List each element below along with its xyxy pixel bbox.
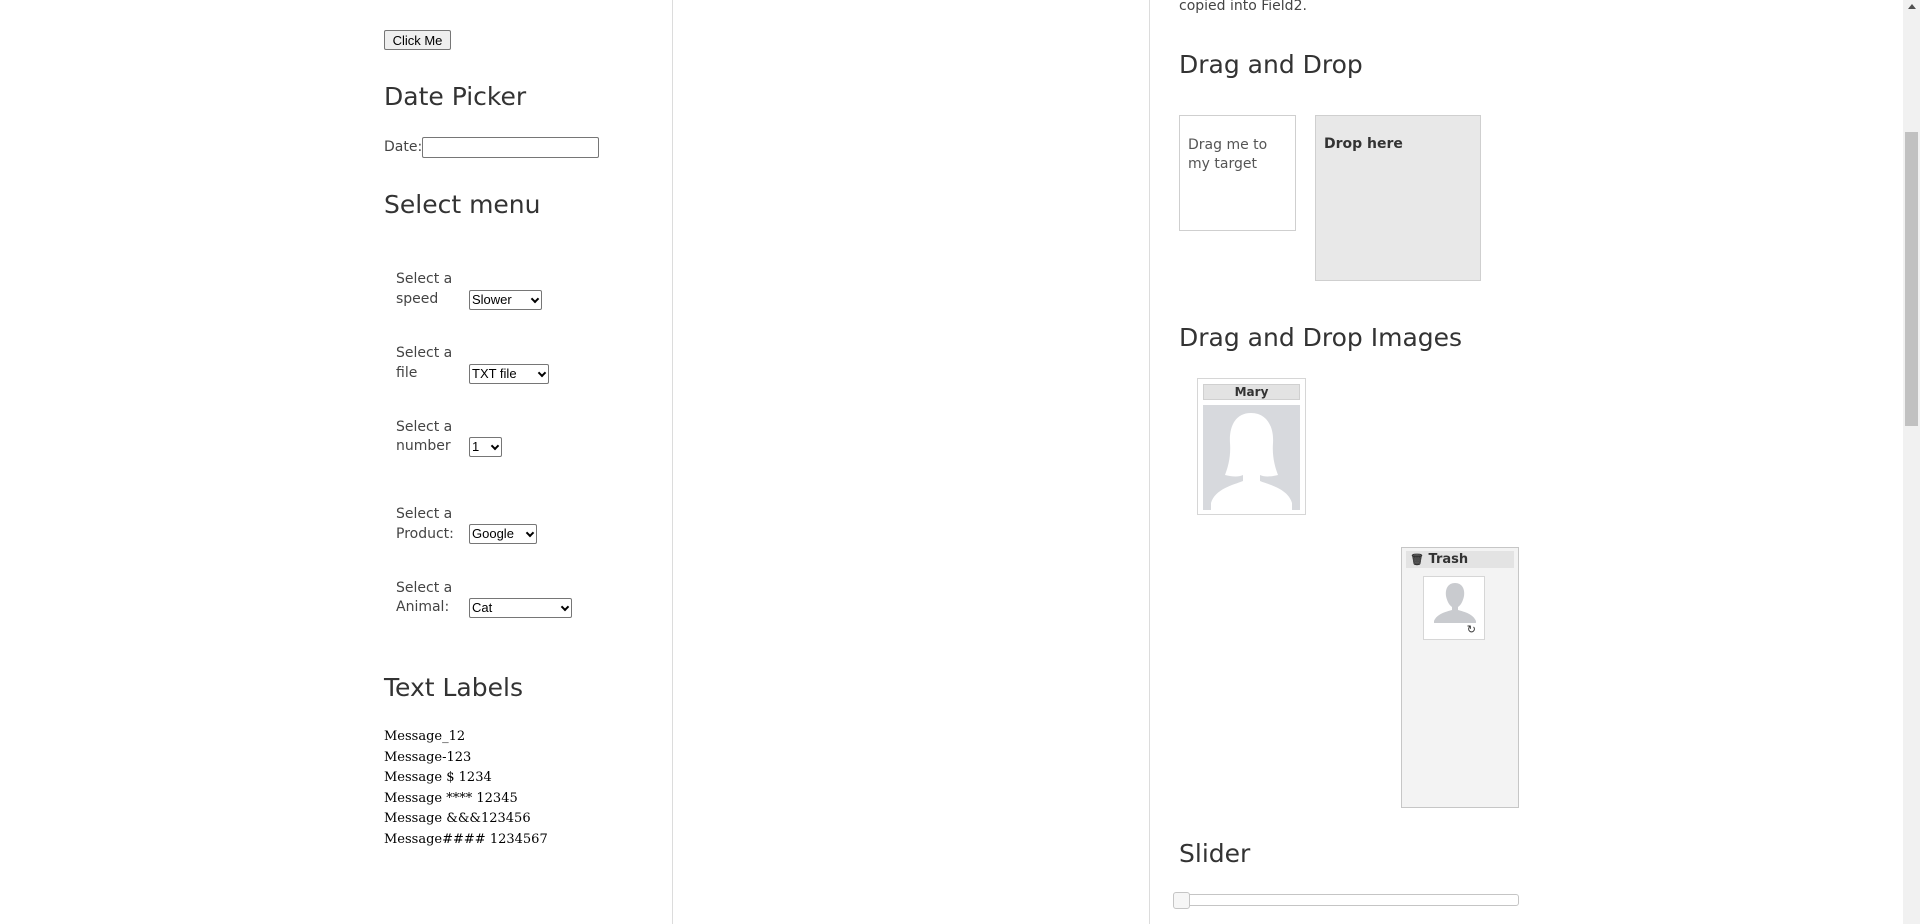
slider-track[interactable] — [1173, 892, 1519, 909]
slider-handle[interactable] — [1173, 892, 1190, 909]
drag-and-drop-heading: Drag and Drop — [1179, 50, 1363, 79]
scroll-up-arrow-icon[interactable] — [1908, 4, 1916, 9]
file-select-value: TXT file — [472, 366, 517, 381]
select-product-label-line1: Select a — [396, 506, 453, 522]
chevron-down-icon — [560, 602, 570, 612]
date-input[interactable] — [422, 137, 599, 158]
trash-dropzone[interactable]: 🗑 Trash ↻ — [1401, 547, 1519, 808]
click-me-button[interactable]: Click Me — [384, 30, 451, 50]
select-animal-label-line1: Select a — [396, 580, 453, 596]
select-speed-label-line1: Select a — [396, 271, 453, 287]
gallery-item-title: Mary — [1203, 384, 1300, 400]
date-label: Date: — [384, 139, 423, 155]
speed-select[interactable]: Slower — [469, 290, 542, 310]
female-silhouette-icon — [1211, 413, 1292, 510]
draggable-text: Drag me to my target — [1188, 137, 1268, 172]
speed-select-value: Slower — [472, 292, 512, 307]
product-select-value: Google — [472, 526, 514, 541]
select-file-label-line1: Select a — [396, 345, 453, 361]
chevron-down-icon — [490, 441, 500, 451]
avatar — [1203, 405, 1300, 510]
droppable-text: Drop here — [1324, 136, 1403, 152]
trash-item[interactable]: ↻ — [1423, 576, 1485, 640]
product-select[interactable]: Google — [469, 524, 537, 544]
number-select[interactable]: 1 — [469, 437, 502, 457]
trash-header: 🗑 Trash — [1406, 551, 1514, 568]
chevron-down-icon — [530, 294, 540, 304]
droppable-box[interactable]: Drop here — [1315, 115, 1481, 281]
text-label-message: Message $ 1234 — [384, 770, 492, 785]
chevron-down-icon — [537, 368, 547, 378]
field-copy-description: copied into Field2. — [1179, 0, 1307, 14]
select-speed-label-line2: speed — [396, 291, 439, 307]
refresh-icon[interactable]: ↻ — [1467, 623, 1476, 636]
trash-title: Trash — [1428, 552, 1469, 567]
select-menu-heading: Select menu — [384, 190, 541, 219]
text-label-message: Message_12 — [384, 729, 466, 744]
text-label-message: Message **** 12345 — [384, 791, 518, 806]
text-label-message: Message-123 — [384, 750, 472, 765]
select-animal-label-line2: Animal: — [396, 599, 450, 615]
animal-select[interactable]: Cat — [469, 598, 572, 618]
column-divider-right — [1149, 0, 1150, 924]
text-label-message: Message#### 1234567 — [384, 832, 548, 847]
gallery-item[interactable]: Mary — [1197, 378, 1306, 515]
text-label-message: Message &&&123456 — [384, 811, 531, 826]
column-divider-left — [672, 0, 673, 924]
select-product-label-line2: Product: — [396, 526, 454, 542]
drag-and-drop-images-heading: Drag and Drop Images — [1179, 323, 1463, 352]
number-select-value: 1 — [472, 439, 480, 454]
select-file-label-line2: file — [396, 365, 418, 381]
text-labels-heading: Text Labels — [384, 673, 523, 702]
trash-icon: 🗑 — [1410, 553, 1424, 566]
animal-select-value: Cat — [472, 600, 493, 615]
scrollbar-thumb[interactable] — [1905, 132, 1918, 426]
draggable-box[interactable]: Drag me to my target — [1179, 115, 1296, 231]
date-picker-heading: Date Picker — [384, 82, 527, 111]
chevron-down-icon — [525, 528, 535, 538]
select-number-label-line1: Select a — [396, 419, 453, 435]
file-select[interactable]: TXT file — [469, 364, 549, 384]
male-silhouette-icon — [1434, 583, 1476, 623]
slider-heading: Slider — [1179, 839, 1251, 868]
vertical-scrollbar[interactable] — [1903, 0, 1920, 924]
select-number-label-line2: number — [396, 438, 451, 454]
